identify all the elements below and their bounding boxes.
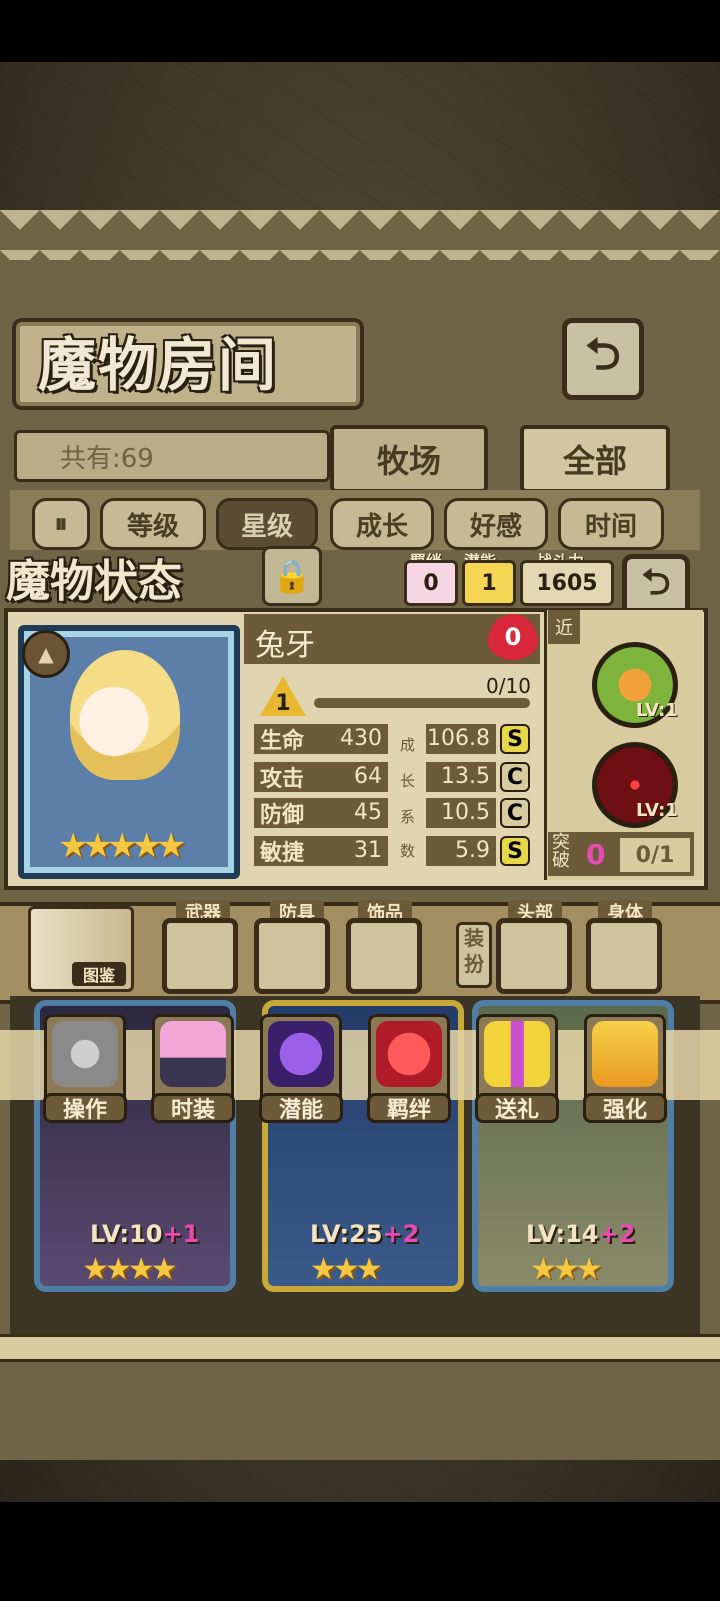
sort-time-button[interactable]: 时间 [558,498,664,550]
slot-body[interactable] [586,918,662,994]
monster-count: 共有:69 [60,444,154,474]
growth-coeff-char: 长 [400,772,416,790]
card-stars: ★★★ [530,1252,603,1287]
stat-def-value: 45 [354,800,382,825]
level-value: 1 [275,691,291,716]
page-title: 魔物房间 [38,331,279,399]
affection-heart: 0 [488,614,538,660]
gift-label: 送礼 [475,1093,559,1123]
panel-zigzag-border [0,210,720,260]
growth-def: 10.5 [426,798,496,828]
potential-action-label: 潜能 [259,1093,343,1123]
demon-icon [268,1021,334,1087]
bottom-frame [0,1334,720,1362]
exp-progress: 0/10 [486,674,531,698]
lock-icon: 🔒 [272,557,312,595]
exp-bar [314,698,530,708]
bond-value: 0 [404,560,458,606]
growth-agi: 5.9 [426,836,496,866]
stat-atk-value: 64 [354,764,382,789]
section-title: 魔物状态 [6,556,182,607]
skill-level: LV:1 [636,800,678,821]
tab-all[interactable]: 全部 [520,425,670,493]
range-tag: 近 [548,610,580,644]
grade-def: C [500,798,530,828]
potential-value: 1 [462,560,516,606]
stat-hp-value: 430 [340,726,382,751]
power-value: 1605 [520,560,614,606]
codex-label: 图鉴 [72,962,126,986]
grade-hp: S [500,724,530,754]
class-icon: ▲ [22,630,70,678]
gift-button[interactable]: 送礼 [475,1014,559,1123]
operate-label: 操作 [43,1093,127,1123]
card-level: LV:25+2 [310,1220,420,1248]
portrait-stars: ★★★★★ [58,826,186,866]
breakthrough-label: 突破 [552,832,570,871]
grade-agi: S [500,836,530,866]
operate-button[interactable]: 操作 [43,1014,127,1123]
slot-armor[interactable] [254,918,330,994]
skill-level: LV:1 [636,700,678,721]
bond-button[interactable]: 羁绊 [367,1014,451,1123]
monster-avatar [70,650,180,780]
monster-name: 兔牙 [255,628,315,663]
growth-atk: 13.5 [426,762,496,792]
outfit-icon [160,1021,226,1087]
growth-coeff-char: 成 [400,736,416,754]
hearts-icon [376,1021,442,1087]
costume-label: 时装 [151,1093,235,1123]
breakthrough-value: 0 [586,838,606,871]
sort-affection-button[interactable]: 好感 [444,498,548,550]
back-button[interactable]: ⮌ [562,318,644,400]
slot-accessory[interactable] [346,918,422,994]
potential-button[interactable]: 潜能 [259,1014,343,1123]
card-level: LV:10+1 [90,1220,200,1248]
slot-head[interactable] [496,918,572,994]
gear-icon [52,1021,118,1087]
sort-growth-button[interactable]: 成长 [330,498,434,550]
grade-atk: C [500,762,530,792]
stat-agi-value: 31 [354,838,382,863]
slot-weapon[interactable] [162,918,238,994]
sort-order-icon: ⏸ [54,508,68,539]
costume-button[interactable]: 时装 [151,1014,235,1123]
growth-hp: 106.8 [426,724,496,754]
card-stars: ★★★ [310,1252,383,1287]
card-level: LV:14+2 [526,1220,636,1248]
sort-order-toggle[interactable]: ⏸ [32,498,90,550]
dressup-label: 装扮 [456,922,492,988]
card-stars: ★★★★ [82,1252,178,1287]
sort-level-button[interactable]: 等级 [100,498,206,550]
enhance-label: 强化 [583,1093,667,1123]
return-arrow-icon: ⮌ [585,328,621,380]
affection-value: 0 [504,623,522,651]
lock-button[interactable]: 🔒 [262,546,322,606]
upgrade-arrows-icon [592,1021,658,1087]
growth-coeff-char: 系 [400,808,416,826]
breakthrough-progress: 0/1 [620,838,690,872]
growth-coeff-char: 数 [400,842,416,860]
sort-star-button[interactable]: 星级 [216,498,318,550]
gift-icon [484,1021,550,1087]
enhance-button[interactable]: 强化 [583,1014,667,1123]
bond-action-label: 羁绊 [367,1093,451,1123]
tab-ranch[interactable]: 牧场 [330,425,488,493]
